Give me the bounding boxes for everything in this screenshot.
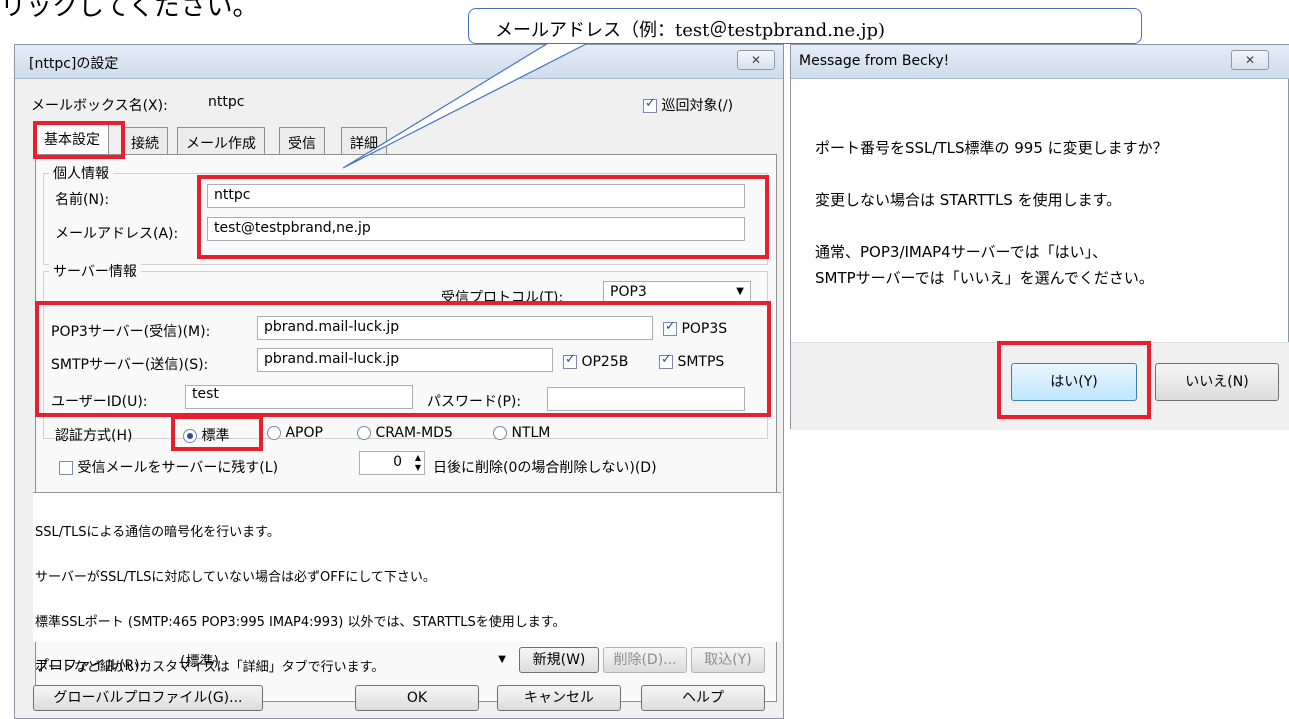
message-line-2: 変更しない場合は STARTTLS を使用します。 bbox=[815, 191, 1122, 209]
highlight-personal-info bbox=[197, 175, 769, 259]
tab-connection[interactable]: 接続 bbox=[122, 127, 168, 155]
tab-label: 接続 bbox=[131, 136, 159, 152]
message-line-3: 通常、POP3/IMAP4サーバーでは「はい」、 bbox=[815, 243, 1108, 261]
personal-info-title: 個人情報 bbox=[49, 163, 113, 183]
radio-icon[interactable] bbox=[493, 426, 507, 440]
global-profile-button[interactable]: グローバルプロファイル(G)... bbox=[33, 685, 263, 711]
auth-option-apop[interactable]: APOP bbox=[267, 425, 323, 441]
new-profile-button[interactable]: 新規(W) bbox=[519, 647, 599, 673]
message-close-button[interactable]: ✕ bbox=[1231, 50, 1269, 70]
auth-option-ntlm[interactable]: NTLM bbox=[493, 425, 550, 441]
message-titlebar: Message from Becky! ✕ bbox=[791, 45, 1289, 79]
profile-select[interactable]: (標準) ▼ bbox=[173, 648, 511, 672]
message-title: Message from Becky! bbox=[799, 53, 950, 69]
name-label: 名前(N): bbox=[55, 192, 110, 208]
highlight-auth-standard bbox=[171, 415, 263, 451]
callout-pointer-icon bbox=[342, 41, 591, 169]
close-icon: ✕ bbox=[1244, 53, 1256, 67]
tab-receive[interactable]: 受信 bbox=[279, 127, 325, 155]
tab-label: 受信 bbox=[288, 136, 316, 152]
auth-option-cram-md5[interactable]: CRAM-MD5 bbox=[357, 425, 453, 441]
auth-option-label: NTLM bbox=[511, 425, 551, 441]
auth-option-label: APOP bbox=[285, 425, 323, 441]
help-button[interactable]: ヘルプ bbox=[641, 685, 765, 711]
patrol-label: 巡回対象(/) bbox=[661, 98, 734, 114]
patrol-checkbox-row[interactable]: 巡回対象(/) bbox=[643, 95, 733, 115]
chevron-down-icon: ▼ bbox=[498, 654, 506, 665]
auth-method-label: 認証方式(H) bbox=[55, 428, 133, 444]
close-icon: ✕ bbox=[750, 53, 762, 67]
delete-profile-button[interactable]: 削除(D)... bbox=[603, 647, 687, 673]
highlight-yes-button bbox=[997, 341, 1151, 419]
highlight-tab-basic bbox=[33, 121, 125, 159]
message-line-4: SMTPサーバーでは「いいえ」を選んでください。 bbox=[815, 269, 1154, 287]
patrol-checkbox[interactable] bbox=[643, 96, 657, 113]
import-profile-button[interactable]: 取込(Y) bbox=[691, 647, 765, 673]
profile-label: プロファイル(R): bbox=[35, 658, 145, 674]
callout-balloon: メールアドレス（例：test＠testpbrand.ne.jp) bbox=[468, 8, 1142, 44]
chevron-down-icon: ▼ bbox=[736, 286, 744, 297]
message-dialog: Message from Becky! ✕ ポート番号をSSL/TLS標準の 9… bbox=[790, 44, 1289, 430]
no-button[interactable]: いいえ(N) bbox=[1155, 363, 1279, 401]
callout-text: メールアドレス（例：test＠testpbrand.ne.jp) bbox=[495, 20, 886, 41]
tab-compose[interactable]: メール作成 bbox=[177, 127, 265, 155]
delete-days-label: 日後に削除(0の場合削除しない)(D) bbox=[433, 460, 657, 476]
tab-label: メール作成 bbox=[186, 136, 256, 152]
settings-close-button[interactable]: ✕ bbox=[737, 50, 775, 70]
leave-on-server-label: 受信メールをサーバーに残す(L) bbox=[77, 460, 279, 476]
description-line: 標準SSLポート (SMTP:465 POP3:995 IMAP4:993) 以… bbox=[35, 615, 566, 630]
leave-on-server-row[interactable]: 受信メールをサーバーに残す(L) bbox=[59, 457, 278, 477]
profile-value: (標準) bbox=[180, 654, 219, 670]
cancel-button[interactable]: キャンセル bbox=[497, 685, 621, 711]
radio-icon[interactable] bbox=[267, 426, 281, 440]
mailbox-name-label: メールボックス名(X): bbox=[31, 98, 168, 114]
settings-title: [nttpc]の設定 bbox=[29, 56, 119, 72]
description-line: サーバーがSSL/TLSに対応していない場合は必ずOFFにして下さい。 bbox=[35, 570, 436, 585]
protocol-value: POP3 bbox=[610, 284, 647, 300]
page-instruction-text: リックしてください。 bbox=[0, 0, 259, 22]
ok-button[interactable]: OK bbox=[355, 685, 479, 711]
auth-option-label: CRAM-MD5 bbox=[375, 425, 453, 441]
highlight-server-info bbox=[35, 301, 771, 417]
radio-icon[interactable] bbox=[357, 426, 371, 440]
server-info-title: サーバー情報 bbox=[49, 261, 141, 281]
delete-days-stepper[interactable]: 0 ▲ ▼ bbox=[359, 451, 425, 475]
message-line-1: ポート番号をSSL/TLS標準の 995 に変更しますか？ bbox=[815, 139, 1168, 157]
description-line: SSL/TLSによる通信の暗号化を行います。 bbox=[35, 525, 280, 540]
leave-on-server-checkbox[interactable] bbox=[59, 461, 73, 475]
email-label: メールアドレス(A): bbox=[55, 226, 179, 242]
description-box: SSL/TLSによる通信の暗号化を行います。 サーバーがSSL/TLSに対応して… bbox=[33, 492, 781, 675]
spin-arrows-icon[interactable]: ▲ ▼ bbox=[415, 453, 421, 473]
delete-days-value: 0 bbox=[393, 454, 402, 470]
